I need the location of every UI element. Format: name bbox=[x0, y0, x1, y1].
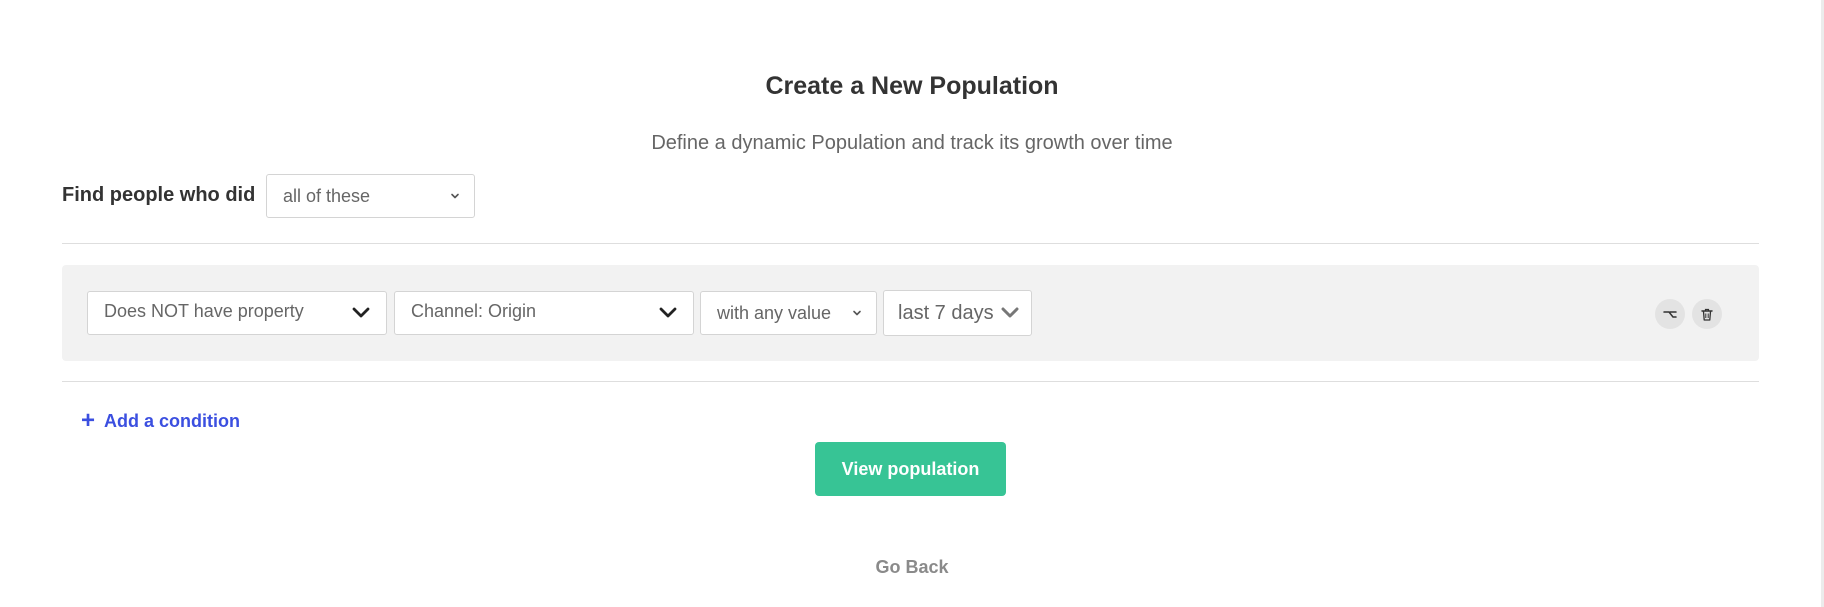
branch-icon bbox=[1663, 308, 1677, 320]
add-condition-link[interactable]: + Add a condition bbox=[81, 409, 240, 433]
top-divider bbox=[62, 243, 1759, 244]
chevron-down-icon bbox=[659, 307, 677, 319]
branch-condition-button[interactable] bbox=[1655, 299, 1685, 329]
match-mode-select[interactable]: all of these bbox=[266, 174, 475, 218]
trash-icon bbox=[1701, 308, 1713, 321]
go-back-link[interactable]: Go Back bbox=[0, 557, 1824, 578]
property-filter-value: Does NOT have property bbox=[104, 300, 304, 321]
property-name-value: Channel: Origin bbox=[411, 300, 537, 321]
delete-condition-button[interactable] bbox=[1692, 299, 1722, 329]
create-population-page: Create a New Population Define a dynamic… bbox=[0, 0, 1824, 607]
chevron-down-icon bbox=[1001, 307, 1019, 319]
view-population-button[interactable]: View population bbox=[815, 442, 1006, 496]
page-subtitle: Define a dynamic Population and track it… bbox=[651, 132, 1173, 154]
match-mode-value: all of these bbox=[283, 185, 371, 206]
find-people-label: Find people who did bbox=[62, 184, 256, 206]
chevron-down-icon bbox=[450, 193, 460, 200]
time-range-select[interactable]: last 7 days bbox=[883, 290, 1032, 336]
plus-icon: + bbox=[81, 407, 96, 434]
property-filter-select[interactable]: Does NOT have property bbox=[87, 291, 387, 335]
value-filter-value: with any value bbox=[717, 302, 832, 323]
time-range-value: last 7 days bbox=[898, 301, 994, 324]
go-back-label: Go Back bbox=[875, 557, 949, 577]
add-condition-label: Add a condition bbox=[104, 410, 240, 431]
page-title: Create a New Population bbox=[765, 72, 1059, 100]
chevron-down-icon bbox=[852, 310, 862, 317]
property-name-select[interactable]: Channel: Origin bbox=[394, 291, 694, 335]
bottom-divider bbox=[62, 381, 1759, 382]
value-filter-select[interactable]: with any value bbox=[700, 291, 877, 335]
chevron-down-icon bbox=[352, 307, 370, 319]
